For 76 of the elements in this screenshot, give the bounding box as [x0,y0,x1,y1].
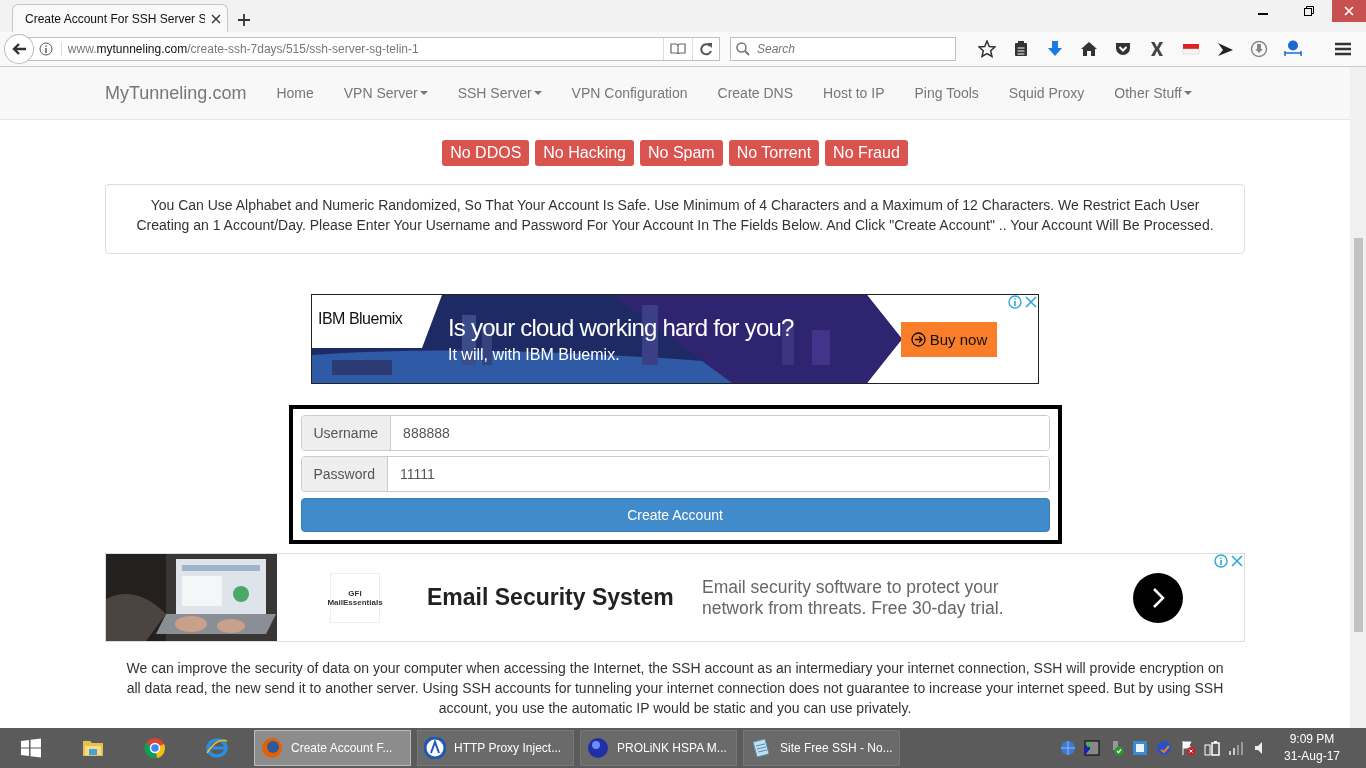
taskbar-button[interactable]: HTTP Proxy Inject... [417,730,574,767]
rule-label: No Torrent [728,140,820,166]
back-button[interactable] [4,34,34,64]
caret-icon [1183,91,1192,95]
nav-link[interactable]: Create DNS [702,85,808,101]
nav-link[interactable]: VPN Configuration [556,85,703,101]
signal-icon[interactable] [1227,740,1244,757]
input-field[interactable]: Username 888888 [300,415,1050,451]
field-label: Username [301,416,392,450]
nav-link[interactable]: VPN Server [328,85,443,101]
taskbar-button[interactable]: Create Account F... [254,730,411,767]
monitor-icon[interactable] [1083,740,1100,757]
star-icon[interactable] [978,40,996,58]
home-icon[interactable] [1080,40,1098,58]
tab-title: Create Account For SSH Server S [25,11,205,26]
search-field[interactable]: Search [730,37,956,61]
circle-logo-icon [587,737,609,760]
close-icon[interactable] [211,13,221,24]
url-text: www.mytunneling.com/create-ssh-7days/515/ssh-server-sg-telin-1 [60,42,663,56]
clock-date: 31-Aug-17 [1283,748,1340,766]
menu-icon[interactable] [1334,40,1352,58]
ad-text: Email security software to protect your network from threats. Free 30-day trial. [702,576,1005,619]
nav-link[interactable]: Squid Proxy [993,85,1100,101]
ad-banner[interactable]: IBM Bluemix Is your cloud working hard for you? It will, with IBM Bluemix. Buy now [311,294,1039,384]
profile-badge-icon[interactable] [1284,40,1302,58]
rule-label: No Hacking [535,140,634,166]
ad-headline: Is your cloud working hard for you? [448,314,794,342]
site-logo-link[interactable]: MyTunneling.com [105,82,262,104]
windows-logo-icon[interactable] [20,737,42,760]
nav-link[interactable]: Host to IP [808,85,900,101]
browser-tab[interactable]: Create Account For SSH Server S [12,4,228,32]
clock-time: 9:09 PM [1289,731,1335,749]
ad-headline: Email Security System [427,584,675,611]
back-arrow-icon [11,43,26,55]
caret-icon [533,91,542,95]
ring-logo-icon [424,737,446,760]
nav-link[interactable]: Home [261,85,329,101]
download-arrow-icon[interactable] [1046,40,1064,58]
play-arrow-icon[interactable] [1216,40,1234,58]
nav-link[interactable]: Other Stuff [1099,85,1207,101]
info-icon [38,42,53,56]
taskbar-button[interactable]: Site Free SSH - No... [743,730,900,767]
next-arrow-button[interactable] [1132,571,1184,624]
create-account-button[interactable]: Create Account [300,498,1050,532]
browser-e-icon[interactable] [206,737,228,760]
battery-icon[interactable] [1203,740,1220,757]
ad-banner[interactable]: GFI MailEssentials Email Security System Email security software to protect your network from threats. Free 30-day trial. [105,553,1245,642]
pocket-icon[interactable] [1114,40,1132,58]
nav-link[interactable]: SSH Server [442,85,557,101]
buy-now-button[interactable]: Buy now [901,321,997,357]
nav-link[interactable]: Ping Tools [899,85,994,101]
reload-icon[interactable] [699,42,713,56]
info-icon[interactable] [1008,295,1022,309]
download-circle-icon[interactable] [1250,40,1268,58]
x-letter-icon[interactable] [1148,40,1166,58]
notice-text: You Can Use Alphabet and Numeric Randomized, So That Your Account Is Safe. Use Minimum of 4 Characters and a Maximum of 12 Characters. We Restrict Each User Creating an 1 Account/Day. Please Enter Your Username and Password For Your Account In The Fields Below. And Click "Create Account" .. Your Account Will Be Processed. [105,184,1245,254]
flag-error-icon[interactable] [1179,740,1196,757]
plus-icon[interactable] [238,14,250,26]
ad-brand: IBM Bluemix [318,310,404,328]
browser-icon[interactable] [144,737,166,760]
rule-label: No Fraud [825,140,908,166]
input-field[interactable]: Password 11111 [300,456,1050,492]
notepad-icon [750,737,772,760]
taskbar-button[interactable]: PROLiNK HSPA M... [580,730,737,767]
restore-icon[interactable] [1304,6,1314,16]
book-icon[interactable] [670,43,686,55]
scrollbar[interactable] [1350,67,1366,729]
ad-subline: It will, with IBM Bluemix. [448,346,621,364]
rule-label: No DDOS [442,140,530,166]
field-label: Password [301,457,388,491]
caret-icon [419,91,428,95]
rule-label: No Spam [640,140,723,166]
about-text: We can improve the security of data on your computer when accessing the Internet, the SSH account as an intermediary your internet connection, SSH will provide encryption on all data read, the new send it to another server. Using SSH accounts for tunneling your internet connection does not guarantee to increase your internet speed. But by using SSH account, you use the automatic IP would be static and you can use privately. [125,659,1225,718]
arrow-circle-icon [910,331,926,347]
info-icon[interactable] [1214,554,1228,568]
clock[interactable]: 9:09 PM 31-Aug-17 [1283,731,1340,766]
